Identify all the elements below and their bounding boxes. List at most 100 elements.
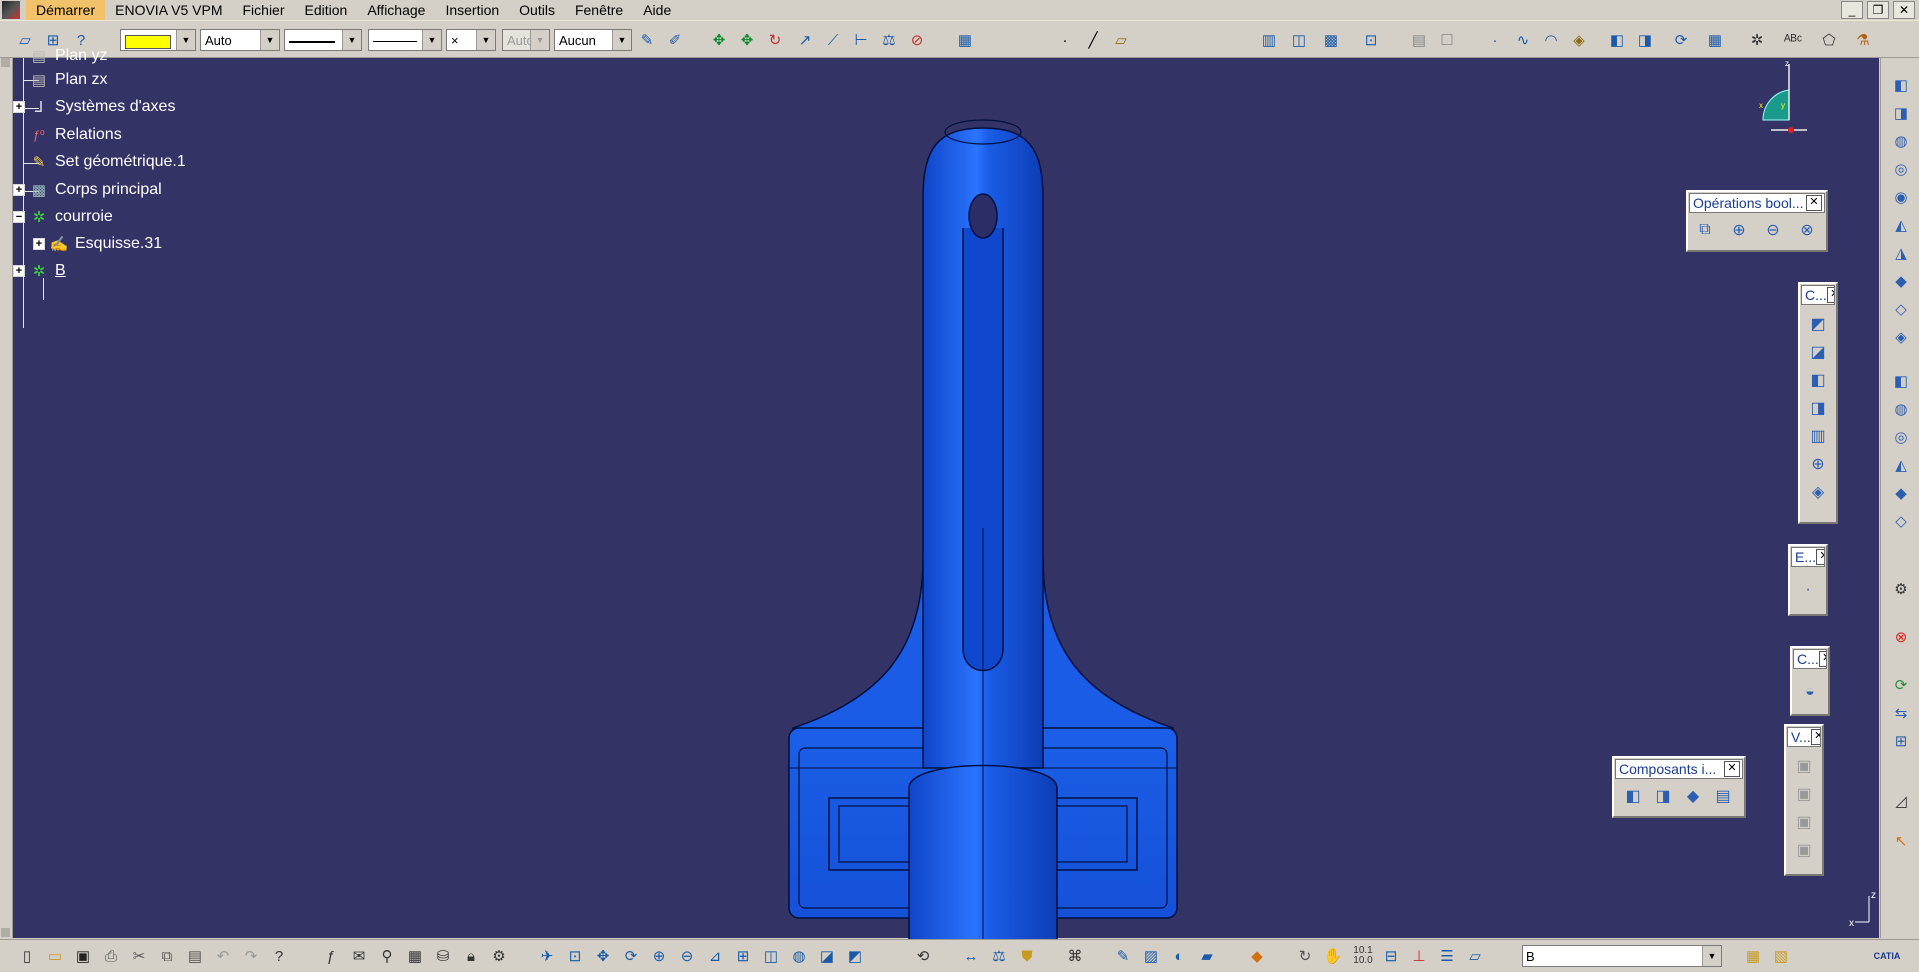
fill-icon[interactable]: ◈	[1568, 29, 1590, 51]
face-fillet-icon[interactable]: ◎	[1888, 424, 1914, 450]
cursor-icon[interactable]: ↖	[1888, 828, 1914, 854]
palette-title[interactable]: C... ✕	[1793, 649, 1827, 669]
plane-select-icon[interactable]: ▱	[1464, 945, 1486, 967]
close-icon[interactable]: ✕	[1816, 549, 1824, 565]
assembly-icon[interactable]: ◨	[1634, 29, 1656, 51]
move-icon[interactable]: ✥	[708, 29, 730, 51]
loft-icon[interactable]: ◇	[1888, 296, 1914, 322]
pad-component-icon[interactable]: ◧	[1620, 782, 1646, 810]
menu-edit[interactable]: Edition	[295, 0, 358, 20]
minimize-button[interactable]: _	[1841, 1, 1863, 19]
spline-icon[interactable]: ∿	[1512, 29, 1534, 51]
palette-title[interactable]: Opérations bool... ✕	[1689, 193, 1825, 213]
update-icon[interactable]: ⟳	[1888, 672, 1914, 698]
draft-icon[interactable]: ◇	[1888, 508, 1914, 534]
scroll-up-handle[interactable]	[1, 58, 10, 67]
ambiance-icon[interactable]: ✎	[1112, 945, 1134, 967]
pocket-component-icon[interactable]: ◆	[1680, 782, 1706, 810]
zoom-out-icon[interactable]: ⊖	[676, 945, 698, 967]
intersect-icon[interactable]: ⊗	[1794, 216, 1820, 244]
line-icon[interactable]: ╱	[1082, 29, 1104, 51]
camera-icon[interactable]: ⌘	[1064, 945, 1086, 967]
layer-combo[interactable]: Aucun ▼	[554, 29, 632, 51]
disabled-tool-icon[interactable]: ▣	[1791, 780, 1817, 808]
scroll-down-handle[interactable]	[1, 928, 10, 937]
hide-show-icon[interactable]: ◪	[816, 945, 838, 967]
menu-view[interactable]: Affichage	[357, 0, 435, 20]
paste-icon[interactable]: ▤	[184, 945, 206, 967]
add-icon[interactable]: ⊕	[1726, 216, 1752, 244]
catalog-browser-icon[interactable]: ◆	[1246, 945, 1268, 967]
palette-title[interactable]: Composants i... ✕	[1615, 759, 1743, 779]
pattern-icon[interactable]: ⊞	[1888, 728, 1914, 754]
surface-icon[interactable]: ◠	[1540, 29, 1562, 51]
menu-enovia[interactable]: ENOVIA V5 VPM	[105, 0, 232, 20]
expand-plus-icon[interactable]: +	[13, 265, 25, 277]
new-file-icon[interactable]: ▯	[16, 945, 38, 967]
no-show-icon[interactable]: ⊘	[906, 29, 928, 51]
stop-icon[interactable]: ⊗	[1888, 624, 1914, 650]
layer-filter-combo[interactable]: Auto ▼	[502, 29, 550, 51]
cut-icon[interactable]: ✂	[128, 945, 150, 967]
rule-icon[interactable]: ⚲	[376, 945, 398, 967]
point-dot-icon[interactable]: ·	[1484, 29, 1506, 51]
menu-window[interactable]: Fenêtre	[565, 0, 633, 20]
inertia-icon[interactable]: ⚖	[988, 945, 1010, 967]
groove-icon[interactable]: ◎	[1888, 156, 1914, 182]
tree-item-part-body[interactable]: + ▩ Corps principal	[13, 178, 162, 202]
redo-icon[interactable]: ↷	[240, 945, 262, 967]
tree-item-geometrical-set[interactable]: ✎ Set géométrique.1	[27, 150, 186, 174]
plane-icon[interactable]: ▱	[1110, 29, 1132, 51]
3d-model[interactable]	[773, 88, 1193, 948]
measure-inertia-icon[interactable]: ⚖	[878, 29, 900, 51]
swap-visible-icon[interactable]: ◩	[844, 945, 866, 967]
scene-icon[interactable]: ▰	[1196, 945, 1218, 967]
zoom-in-icon[interactable]: ⊕	[648, 945, 670, 967]
tree-item-axis-systems[interactable]: + ⅃ Systèmes d'axes	[13, 95, 175, 119]
render-icon[interactable]: ▦	[1704, 29, 1726, 51]
variable-fillet-icon[interactable]: ◍	[1888, 396, 1914, 422]
menu-insert[interactable]: Insertion	[435, 0, 509, 20]
close-icon[interactable]: ✕	[1806, 195, 1822, 211]
document-component-icon[interactable]: ▤	[1710, 782, 1736, 810]
check-icon[interactable]: ☐	[1436, 29, 1458, 51]
collapse-minus-icon[interactable]: −	[13, 211, 25, 223]
lock-icon[interactable]: 🔒︎	[460, 945, 482, 967]
expand-plus-icon[interactable]: +	[13, 101, 25, 113]
save-icon[interactable]: ▣	[72, 945, 94, 967]
measure-item-icon[interactable]: ⊢	[850, 29, 872, 51]
shading-icon[interactable]: ◍	[788, 945, 810, 967]
snap-point-icon[interactable]: ↗	[794, 29, 816, 51]
close-icon[interactable]: ✕	[1724, 761, 1740, 777]
close-icon[interactable]: ✕	[1818, 651, 1826, 667]
multi-view-icon[interactable]: ⊞	[732, 945, 754, 967]
normal-view-icon[interactable]: ⊿	[704, 945, 726, 967]
restore-button[interactable]: ❐	[1867, 1, 1889, 19]
point-symbol-combo[interactable]: × ▼	[446, 29, 496, 51]
disabled-tool-icon[interactable]: ▣	[1791, 752, 1817, 780]
tree-item-plane-zx[interactable]: ▤ Plan zx	[27, 68, 108, 92]
slot-icon[interactable]: ◮	[1888, 240, 1914, 266]
menu-help[interactable]: Aide	[633, 0, 681, 20]
list-icon[interactable]: ☰	[1436, 945, 1458, 967]
formula-icon[interactable]: ƒ	[320, 945, 342, 967]
tree-item-plane-yz[interactable]: ▤ Plan yz	[27, 44, 108, 68]
pad-icon[interactable]: ▥	[1258, 29, 1280, 51]
catalog-icon[interactable]: ▦	[1742, 945, 1764, 967]
tritangent-fillet-icon[interactable]: ◭	[1888, 452, 1914, 478]
analysis-icon[interactable]: ⚗	[1852, 29, 1874, 51]
compass[interactable]: z x y	[1759, 60, 1823, 144]
light-icon[interactable]: ◐	[1168, 945, 1190, 967]
catalog-icon[interactable]: ▦	[954, 29, 976, 51]
pocket-icon[interactable]: ◨	[1888, 100, 1914, 126]
table-icon[interactable]: ▤	[1408, 29, 1430, 51]
manipulate-icon[interactable]: ↻	[764, 29, 786, 51]
chamfer-icon[interactable]: ◆	[1888, 480, 1914, 506]
painter-icon[interactable]: ✎	[636, 29, 658, 51]
print-icon[interactable]: ⎙	[100, 945, 122, 967]
menu-file[interactable]: Fichier	[233, 0, 295, 20]
color-combo[interactable]: ▼	[120, 29, 196, 51]
expand-plus-icon[interactable]: +	[33, 238, 45, 250]
transformation-icon[interactable]: ⇆	[1888, 700, 1914, 726]
knowledge-icon[interactable]: ✉	[348, 945, 370, 967]
